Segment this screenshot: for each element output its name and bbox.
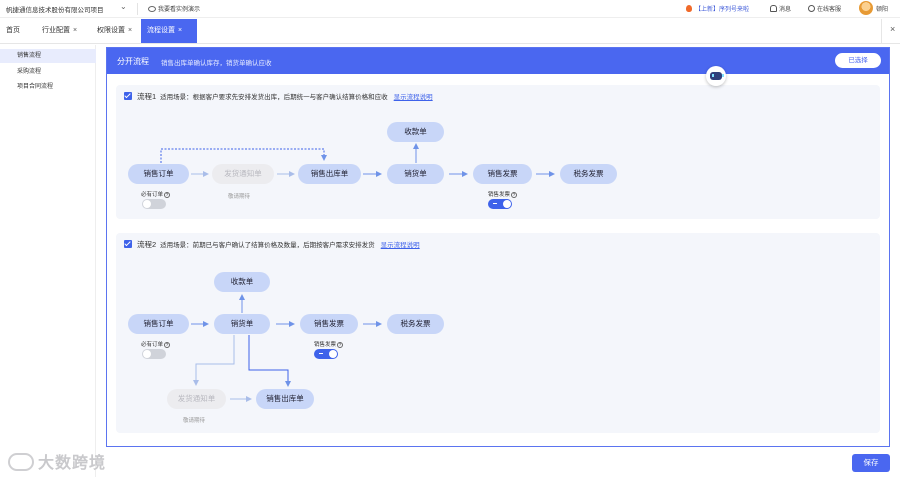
flow2-coming-soon: 敬请期待	[183, 418, 206, 424]
online-service-button[interactable]: 在线客服	[808, 4, 841, 13]
messages-button[interactable]: 消息	[770, 4, 791, 13]
message-icon	[770, 5, 777, 12]
tab-permission-settings[interactable]: 权限设置 ×	[91, 19, 138, 43]
chevron-down-icon[interactable]: ⌄	[120, 2, 127, 11]
flow2-node-receipt[interactable]: 收款单	[214, 272, 270, 292]
panel-description: 销售出库单确认库存，销货单确认应收	[161, 60, 272, 67]
flow1-show-description-link[interactable]: 显示流程说明	[394, 94, 433, 101]
divider	[881, 19, 882, 43]
flow1-node-sales-outbound[interactable]: 销售出库单	[298, 164, 361, 184]
flow2-node-sales-order[interactable]: 销售订单	[128, 314, 189, 334]
flow1-node-sales-order[interactable]: 销售订单	[128, 164, 189, 184]
sidebar: 销售流程 采购流程 项目合同流程	[0, 45, 96, 477]
help-icon[interactable]: ?	[337, 342, 344, 348]
watermark-text: 大数跨境	[38, 455, 107, 472]
tab-label: 流程设置	[147, 27, 175, 34]
sidebar-item-purchase-flow[interactable]: 采购流程	[0, 65, 96, 79]
divider	[137, 3, 138, 15]
fire-icon	[686, 5, 692, 12]
flow2-node-sales-invoice[interactable]: 销售发票	[300, 314, 358, 334]
invoice-label-text: 销售发票	[488, 192, 511, 198]
tab-label: 行业配置	[42, 27, 70, 34]
close-all-tabs-icon[interactable]: ×	[890, 24, 895, 34]
tab-home[interactable]: 首页	[0, 19, 26, 43]
help-icon[interactable]: ?	[511, 192, 518, 198]
flow2-node-sales-outbound[interactable]: 销售出库单	[256, 389, 314, 409]
flow1-invoice-label: 销售发票?	[488, 190, 518, 198]
service-label: 在线客服	[817, 7, 842, 13]
close-icon[interactable]: ×	[73, 27, 77, 34]
flow2-checkbox[interactable]	[124, 240, 132, 248]
close-icon[interactable]: ×	[128, 27, 132, 34]
upgrade-link[interactable]: 【上新】序列号来啦	[686, 4, 749, 13]
watermark-logo-icon	[8, 453, 34, 471]
flow2-order-required-label: 必有订单?	[141, 340, 171, 348]
flow2-scene: 适用场景：前期已与客户确认了结算价格及数量，后期按客户需求安排发货	[160, 242, 375, 249]
flow1-invoice-toggle[interactable]	[488, 199, 512, 209]
flow2-invoice-label: 销售发票?	[314, 340, 344, 348]
upgrade-label: 【上新】序列号来啦	[695, 7, 750, 13]
close-icon[interactable]: ×	[178, 27, 182, 34]
top-bar: 帆捷通信息技术股份有限公司项目 ⌄ 我要看实例演示 【上新】序列号来啦 消息 在…	[0, 0, 900, 18]
flow2-node-delivery-notice: 发货通知单	[167, 389, 226, 409]
flow2-node-tax-invoice[interactable]: 税务发票	[387, 314, 444, 334]
tab-label: 权限设置	[97, 27, 125, 34]
panel-header: 分开流程 销售出库单确认库存，销货单确认应收 已选择	[107, 48, 889, 74]
flow2-node-sales-doc[interactable]: 销货单	[214, 314, 270, 334]
flow1-node-sales-doc[interactable]: 销货单	[387, 164, 444, 184]
flow1-name: 流程1	[137, 92, 157, 101]
avatar[interactable]	[859, 1, 873, 15]
messages-label: 消息	[779, 7, 792, 13]
flow1-coming-soon: 敬请期待	[228, 194, 251, 200]
flow2-invoice-toggle[interactable]	[314, 349, 338, 359]
tab-flow-settings[interactable]: 流程设置 ×	[141, 19, 197, 43]
flow2-show-description-link[interactable]: 显示流程说明	[381, 242, 420, 249]
flow1-order-required-toggle[interactable]	[142, 199, 166, 209]
flow2-order-required-toggle[interactable]	[142, 349, 166, 359]
flow1-scene: 适用场景：根据客户要求先安排发货出库，后期统一与客户确认结算价格和应收	[160, 94, 388, 101]
order-required-text: 必有订单	[141, 342, 164, 348]
tab-industry-config[interactable]: 行业配置 ×	[36, 19, 83, 43]
demo-label: 我要看实例演示	[158, 7, 201, 13]
selected-button[interactable]: 已选择	[835, 53, 881, 68]
invoice-label-text: 销售发票	[314, 342, 337, 348]
help-icon[interactable]: ?	[164, 192, 171, 198]
order-required-text: 必有订单	[141, 192, 164, 198]
sidebar-item-contract-flow[interactable]: 项目合同流程	[0, 80, 96, 94]
watermark: 大数跨境	[8, 449, 106, 473]
demo-link[interactable]: 我要看实例演示	[148, 4, 200, 13]
flow2-name: 流程2	[137, 240, 157, 249]
company-selector[interactable]: 帆捷通信息技术股份有限公司项目	[6, 4, 104, 14]
flow1-node-delivery-notice: 发货通知单	[212, 164, 274, 184]
flow1-node-receipt[interactable]: 收款单	[387, 122, 444, 142]
tab-bar: 首页 行业配置 × 权限设置 × 流程设置 × ×	[0, 19, 900, 44]
tab-label: 首页	[6, 27, 20, 34]
flow-panel: 分开流程 销售出库单确认库存，销货单确认应收 已选择 流程1 适用场景：根据客户要…	[106, 47, 890, 447]
flow1-checkbox[interactable]	[124, 92, 132, 100]
user-name[interactable]: 顿阳	[876, 4, 888, 13]
flow1-header: 流程1 适用场景：根据客户要求先安排发货出库，后期统一与客户确认结算价格和应收 显示…	[124, 91, 433, 101]
flow1-node-tax-invoice[interactable]: 税务发票	[560, 164, 617, 184]
save-button[interactable]: 保存	[852, 454, 890, 472]
cloud-icon	[148, 6, 156, 12]
help-icon[interactable]: ?	[164, 342, 171, 348]
panel-title: 分开流程	[117, 57, 149, 66]
robot-assistant-icon[interactable]	[706, 66, 726, 86]
headset-icon	[808, 5, 815, 12]
flow1-order-required-label: 必有订单?	[141, 190, 171, 198]
flow1-node-sales-invoice[interactable]: 销售发票	[473, 164, 532, 184]
sidebar-item-sales-flow[interactable]: 销售流程	[0, 49, 96, 63]
flow2-header: 流程2 适用场景：前期已与客户确认了结算价格及数量，后期按客户需求安排发货 显示流程…	[124, 239, 420, 249]
